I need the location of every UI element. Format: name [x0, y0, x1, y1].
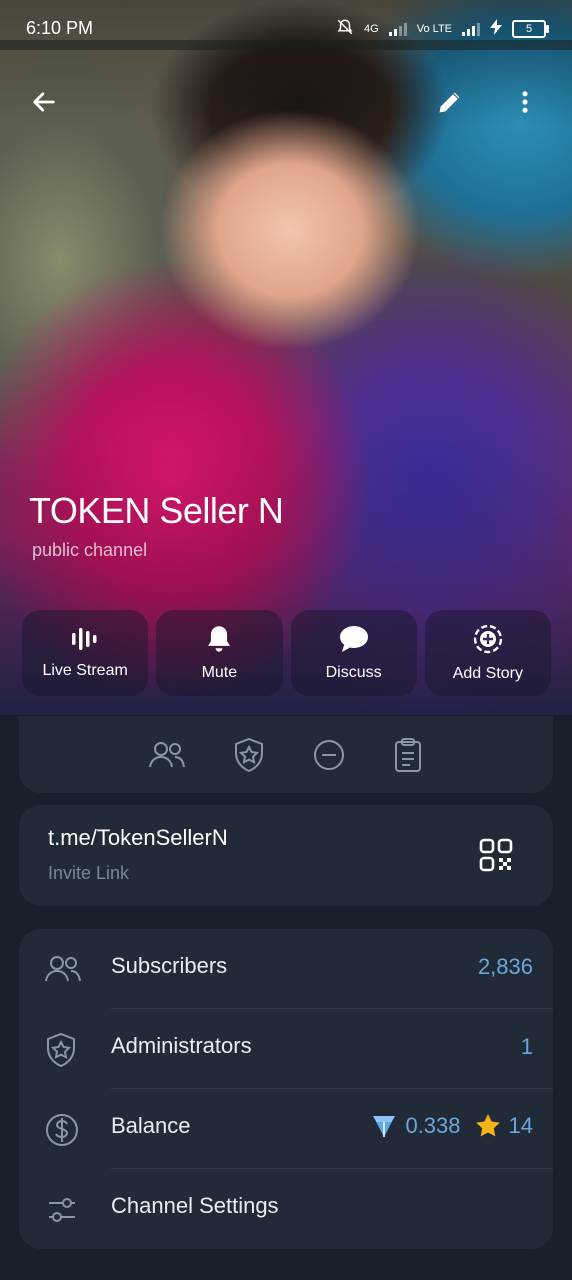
- sliders-icon: [49, 1198, 75, 1222]
- people-icon[interactable]: [147, 737, 187, 773]
- signal-icon: [388, 22, 407, 36]
- live-stream-icon: [72, 628, 97, 650]
- chat-bubble-icon: [339, 626, 368, 652]
- signal-icon-2: [462, 22, 480, 36]
- channel-settings-label: Channel Settings: [111, 1193, 279, 1218]
- subscribers-label: Subscribers: [111, 953, 228, 978]
- discuss-label: Discuss: [325, 664, 382, 681]
- invite-link-card[interactable]: t.me/TokenSellerN Invite Link: [19, 805, 553, 906]
- invite-link-caption: Invite Link: [48, 863, 130, 883]
- battery-icon: 5: [512, 19, 549, 38]
- clipboard-icon[interactable]: [391, 736, 425, 774]
- charging-icon: [490, 19, 502, 38]
- balance-row[interactable]: Balance 0.338 14: [19, 1089, 553, 1169]
- edit-button[interactable]: [430, 82, 470, 122]
- live-stream-label: Live Stream: [42, 662, 128, 679]
- ton-balance: 0.338: [405, 1113, 461, 1138]
- subscribers-count: 2,836: [477, 954, 533, 979]
- channel-settings-row[interactable]: Channel Settings: [19, 1169, 553, 1249]
- administrators-count: 1: [520, 1034, 533, 1059]
- channel-subtitle: public channel: [32, 540, 148, 560]
- live-stream-button[interactable]: Live Stream: [22, 610, 149, 696]
- network-4g-label: 4G: [364, 22, 379, 35]
- cover-shade: [0, 0, 572, 715]
- mute-button[interactable]: Mute: [156, 610, 283, 696]
- stars-balance: 14: [508, 1113, 533, 1138]
- back-arrow-icon: [33, 92, 55, 112]
- status-bar: 6:10 PM 4G Vo LTE 5: [0, 0, 572, 58]
- add-story-label: Add Story: [452, 665, 523, 682]
- back-button[interactable]: [24, 82, 64, 122]
- status-time: 6:10 PM: [26, 18, 94, 38]
- pencil-icon: [439, 92, 460, 113]
- channel-cover-photo: [0, 0, 572, 715]
- qr-code-icon[interactable]: [479, 838, 513, 872]
- quick-actions-card: [19, 716, 553, 793]
- network-volte-label: Vo LTE: [416, 22, 452, 35]
- more-options-button[interactable]: [505, 82, 545, 122]
- discuss-button[interactable]: Discuss: [290, 610, 417, 696]
- status-icons: 4G Vo LTE 5: [336, 18, 549, 39]
- more-vertical-icon: [522, 91, 528, 113]
- people-icon: [45, 956, 81, 982]
- balance-values: 0.338 14: [369, 1111, 533, 1141]
- shield-star-icon: [47, 1032, 75, 1068]
- mute-bell-icon: [336, 18, 354, 39]
- add-story-button[interactable]: Add Story: [424, 610, 551, 696]
- shield-star-icon[interactable]: [231, 736, 267, 774]
- invite-link-url[interactable]: t.me/TokenSellerN: [48, 825, 228, 851]
- bell-icon: [208, 626, 231, 652]
- dollar-circle-icon: [46, 1114, 78, 1146]
- balance-label: Balance: [111, 1113, 191, 1138]
- subscribers-row[interactable]: Subscribers 2,836: [19, 929, 553, 1009]
- minus-circle-icon[interactable]: [311, 737, 347, 773]
- administrators-label: Administrators: [111, 1033, 252, 1058]
- channel-info-list: Subscribers 2,836 Administrators 1 Balan…: [19, 929, 553, 1249]
- mute-label: Mute: [201, 664, 238, 681]
- administrators-row[interactable]: Administrators 1: [19, 1009, 553, 1089]
- action-buttons: Live Stream Mute Discuss Add Story: [22, 610, 551, 696]
- star-icon: [475, 1114, 500, 1137]
- add-story-icon: [473, 624, 503, 654]
- ton-diamond-icon: [373, 1116, 396, 1137]
- channel-title: TOKEN Seller N: [29, 490, 284, 531]
